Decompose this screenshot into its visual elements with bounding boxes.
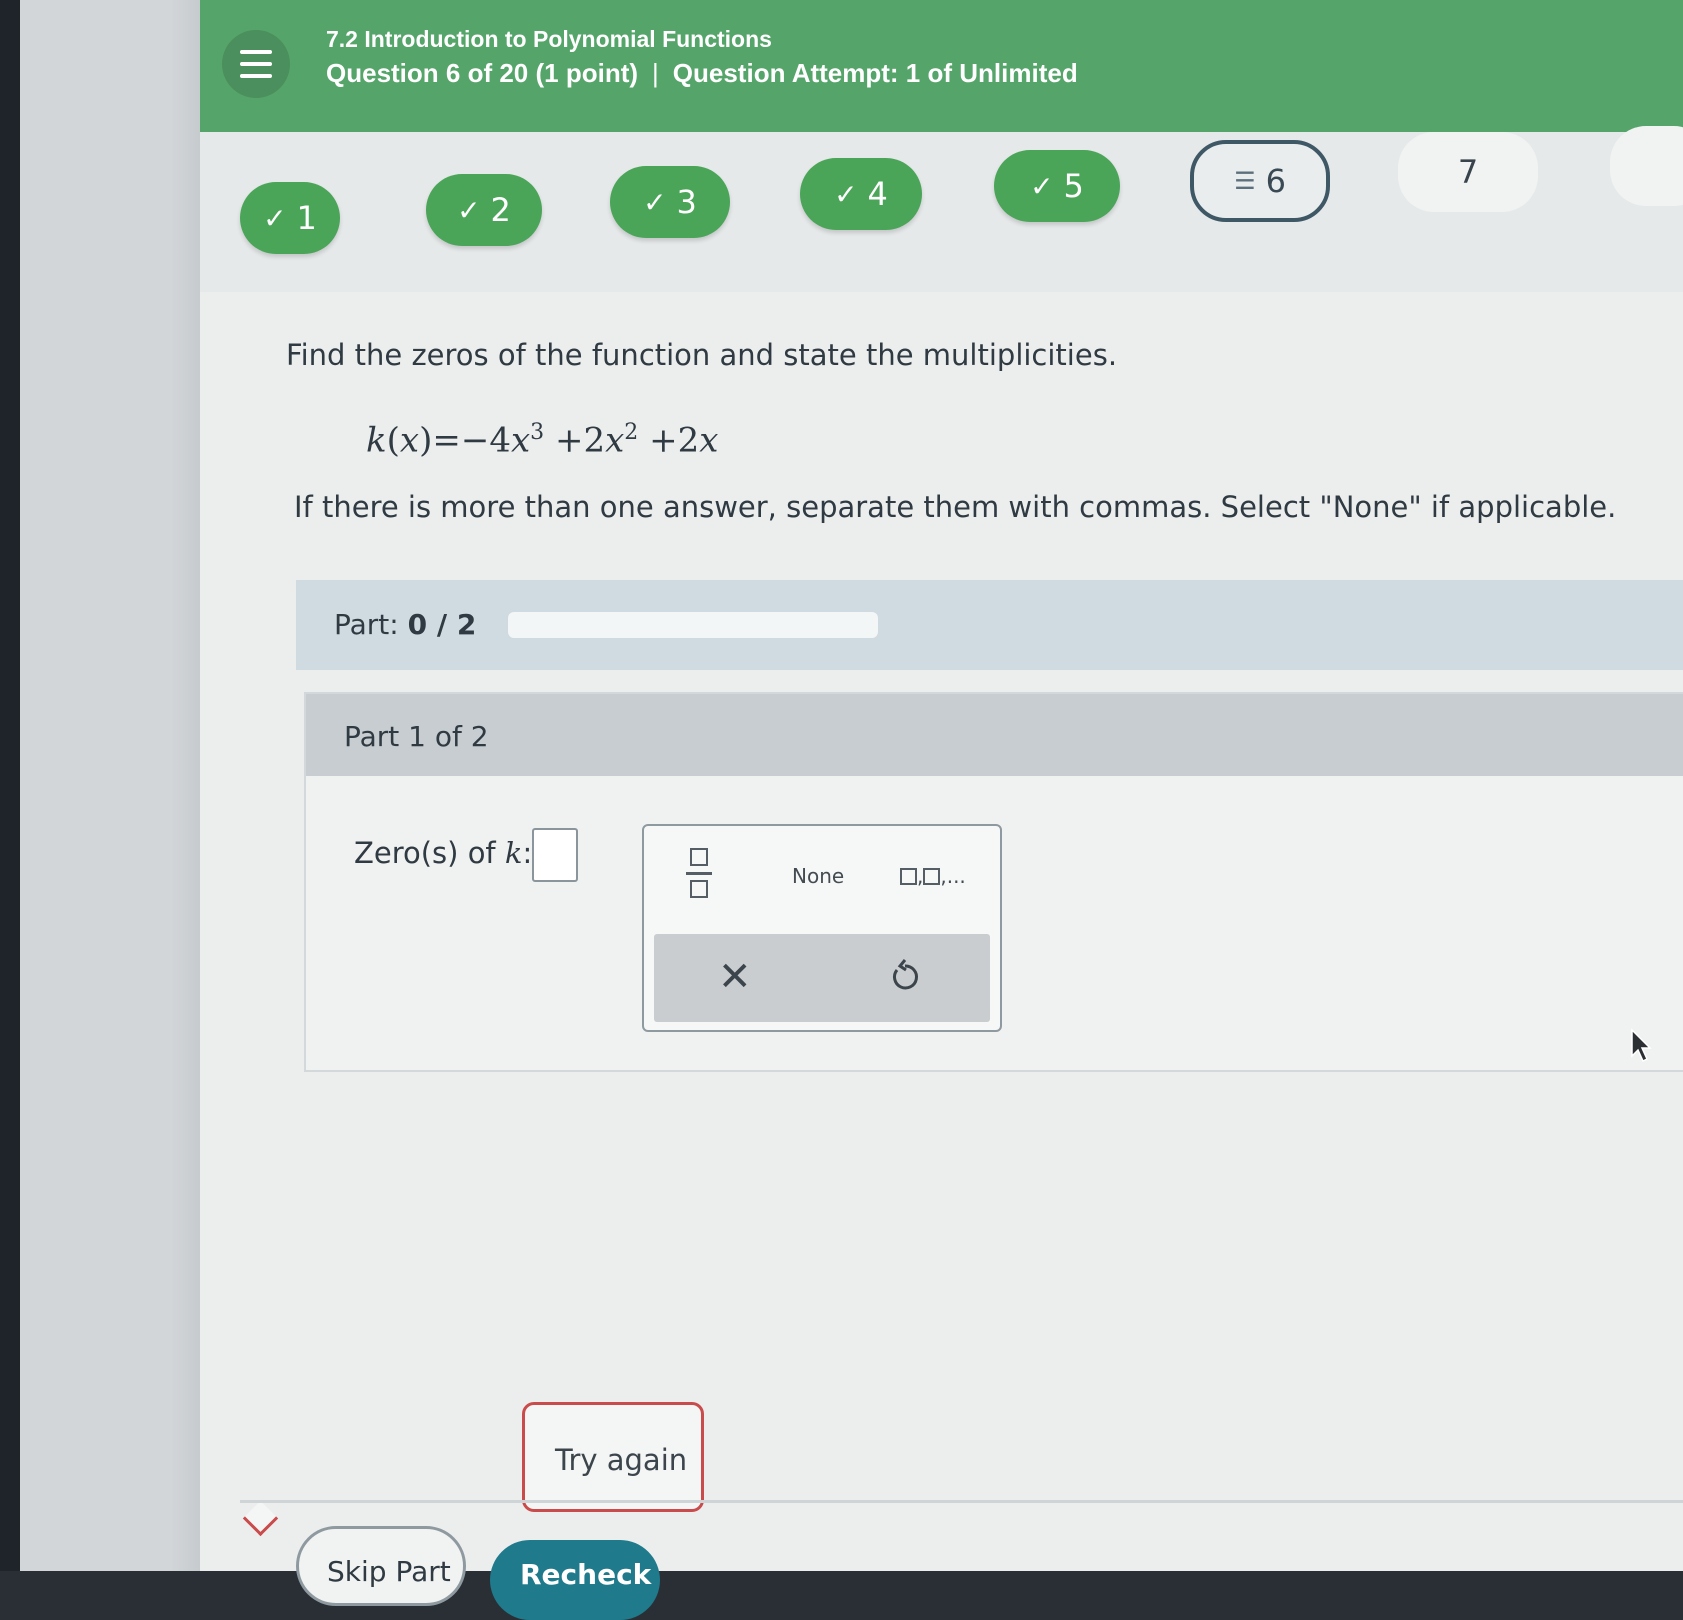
math-keypad: None ,,... ✕ (642, 824, 1002, 1032)
none-button[interactable]: None (792, 864, 844, 888)
list-button[interactable]: ,,... (900, 864, 966, 888)
term-1-exponent: 3 (530, 420, 545, 445)
recheck-button[interactable]: Recheck (490, 1540, 660, 1620)
part-progress-bar: Part: 0 / 2 (296, 580, 1683, 670)
question-number: Question 6 of 20 (1 point) (326, 58, 639, 88)
part-heading: Part 1 of 2 (344, 720, 489, 753)
main-screen: 7.2 Introduction to Polynomial Functions… (200, 0, 1683, 1620)
question-pill-5[interactable]: ✓ 5 (994, 150, 1120, 222)
question-instructions: If there is more than one answer, separa… (294, 490, 1617, 524)
equals-sign: = (432, 420, 461, 461)
question-prompt: Find the zeros of the function and state… (286, 338, 1118, 372)
part-heading-bar: Part 1 of 2 (306, 694, 1683, 776)
question-pill-1[interactable]: ✓ 1 (240, 182, 340, 254)
menu-button[interactable] (222, 30, 290, 98)
question-pill-label: 6 (1265, 162, 1286, 200)
keypad-action-bar: ✕ (654, 934, 990, 1022)
question-pill-label: 3 (676, 183, 697, 221)
part-progress-label: Part: 0 / 2 (334, 608, 477, 641)
question-pill-6[interactable]: ☰ 6 (1190, 140, 1330, 222)
list-slot-icon (923, 868, 941, 885)
undo-icon (893, 959, 918, 990)
header-bar: 7.2 Introduction to Polynomial Functions… (200, 0, 1683, 132)
term-3-coefficient: +2 (649, 420, 700, 461)
section-title: 7.2 Introduction to Polynomial Functions (326, 26, 772, 52)
clear-button[interactable]: ✕ (718, 954, 752, 1000)
check-icon: ✓ (263, 201, 287, 235)
function-equation: k(x)=−4x3 +2x2 +2x (366, 420, 719, 461)
question-pill-label: 1 (296, 199, 317, 237)
question-pill-label: 2 (490, 191, 511, 229)
feedback-text: Try again (555, 1443, 688, 1477)
screen-bezel (0, 0, 20, 1571)
check-icon: ✓ (457, 193, 481, 227)
current-question-icon: ☰ (1234, 167, 1256, 195)
question-pill-label: 7 (1457, 153, 1479, 191)
question-pill-3[interactable]: ✓ 3 (610, 166, 730, 238)
question-pill-next-partial[interactable] (1610, 126, 1683, 206)
check-icon: ✓ (834, 177, 858, 211)
question-navigation: ✓ 1 ✓ 2 ✓ 3 ✓ 4 ✓ 5 ☰ 6 7 (200, 126, 1683, 292)
check-icon: ✓ (643, 185, 667, 219)
part-container: Part 1 of 2 Zero(s) of k: None ,,... ✕ (304, 692, 1683, 1072)
answer-variable: k (504, 836, 523, 870)
header-separator: | (652, 58, 659, 88)
fraction-button[interactable] (686, 846, 716, 906)
term-2-coefficient: +2 (554, 420, 606, 461)
term-1-coefficient: −4 (460, 420, 511, 461)
skip-part-button[interactable]: Skip Part (296, 1526, 466, 1606)
question-pill-7[interactable]: 7 (1398, 132, 1538, 212)
function-name: k (366, 420, 387, 461)
question-pill-label: 5 (1063, 167, 1084, 205)
question-info: Question 6 of 20 (1 point) | Question Atte… (326, 58, 1078, 89)
attempt-info: Question Attempt: 1 of Unlimited (672, 58, 1078, 88)
term-2-variable: x (605, 420, 625, 461)
part-progress-track (508, 612, 878, 638)
check-icon: ✓ (1030, 169, 1054, 203)
term-3-variable: x (699, 420, 719, 461)
question-pill-4[interactable]: ✓ 4 (800, 158, 922, 230)
feedback-tooltip: Try again (522, 1402, 704, 1512)
undo-button[interactable] (888, 956, 922, 996)
feedback-tooltip-tail (242, 1500, 279, 1537)
question-pill-label: 4 (867, 175, 888, 213)
side-panel-shadow (170, 0, 200, 1571)
list-slot-icon (900, 868, 917, 885)
zeros-answer-input[interactable] (532, 828, 578, 882)
footer-divider (240, 1500, 1683, 1503)
mouse-cursor-icon (1631, 1028, 1652, 1063)
function-variable: x (399, 420, 420, 461)
term-2-exponent: 2 (624, 420, 639, 445)
answer-label: Zero(s) of k: (354, 836, 533, 870)
part-progress-value: 0 / 2 (407, 608, 477, 641)
term-1-variable: x (510, 420, 531, 461)
question-pill-2[interactable]: ✓ 2 (426, 174, 542, 246)
